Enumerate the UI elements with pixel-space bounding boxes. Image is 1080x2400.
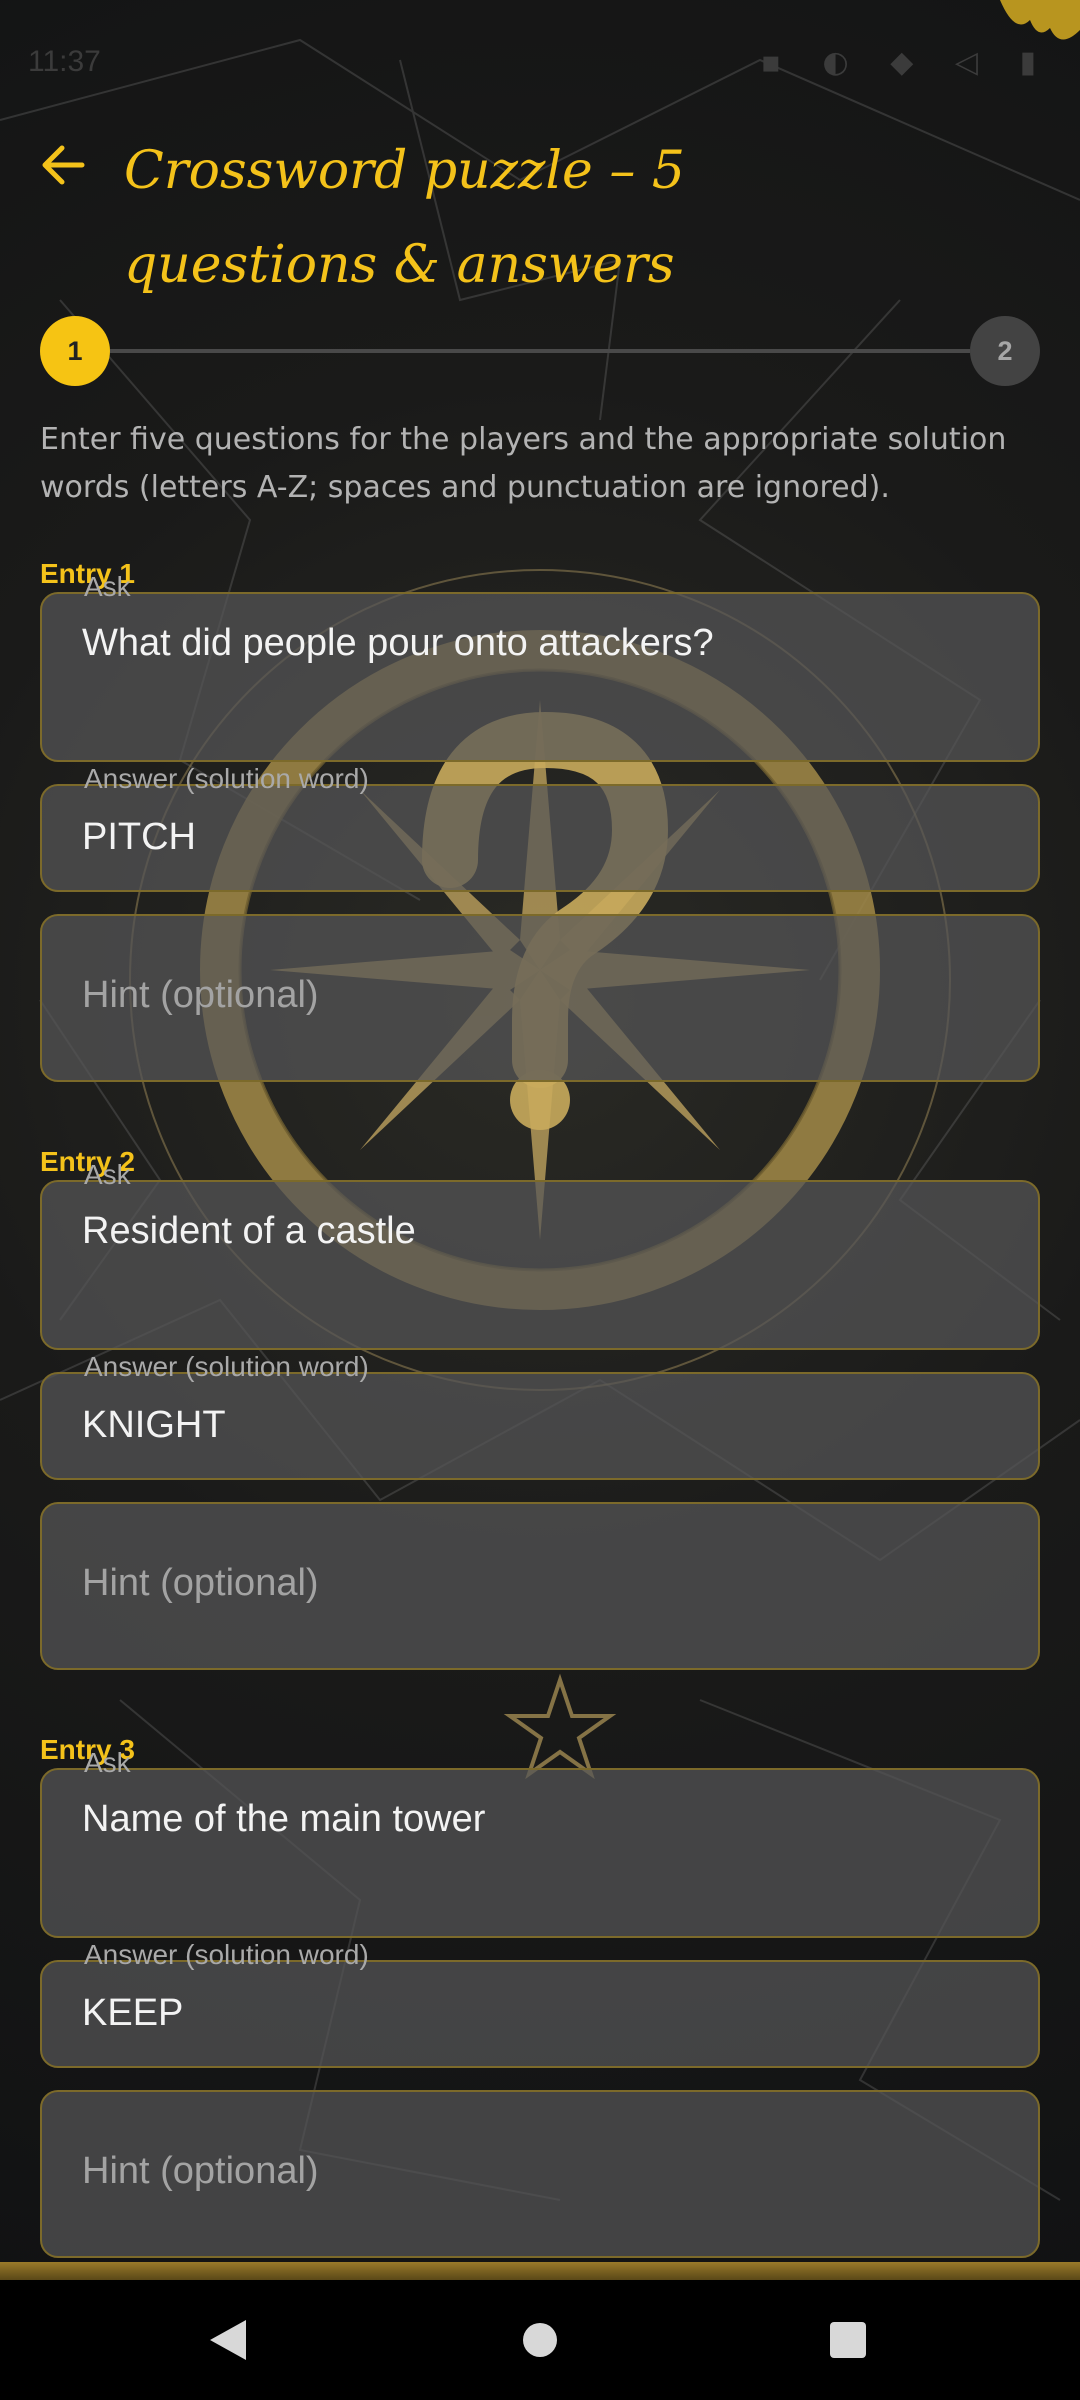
stepper-line	[110, 349, 970, 353]
answer-value: KNIGHT	[82, 1404, 226, 1446]
ask-value: Resident of a castle	[82, 1210, 416, 1252]
ask-field[interactable]: Ask Name of the main tower	[40, 1748, 1040, 1938]
answer-value: PITCH	[82, 816, 196, 858]
entry-label: Entry 3	[40, 1734, 135, 1765]
entry-label: Entry 1	[40, 558, 135, 589]
ask-field[interactable]: Ask What did people pour onto attackers?	[40, 572, 1040, 762]
ask-field[interactable]: Ask Resident of a castle	[40, 1160, 1040, 1350]
bottom-gold-strip	[0, 2262, 1080, 2280]
entry-1: Entry 1 Ask What did people pour onto at…	[40, 556, 1040, 1082]
status-icons: ▪ ◐ ◆ ◁ ▮	[760, 45, 1052, 80]
answer-value: KEEP	[82, 1992, 184, 2034]
hint-field[interactable]: Hint (optional)	[40, 914, 1040, 1082]
back-arrow-icon[interactable]	[38, 140, 88, 190]
answer-field[interactable]: Answer (solution word) PITCH	[40, 764, 1040, 892]
status-time: 11:37	[28, 45, 101, 78]
answer-label: Answer (solution word)	[84, 1351, 369, 1382]
ask-label: Ask	[84, 1159, 131, 1190]
entry-3: Entry 3 Ask Name of the main tower Answe…	[40, 1732, 1040, 2258]
ask-value: What did people pour onto attackers?	[82, 622, 714, 664]
nav-home-icon[interactable]	[480, 2280, 600, 2400]
hint-placeholder: Hint (optional)	[82, 2150, 319, 2192]
ask-value: Name of the main tower	[82, 1798, 486, 1840]
hint-field[interactable]: Hint (optional)	[40, 2090, 1040, 2258]
answer-field[interactable]: Answer (solution word) KEEP	[40, 1940, 1040, 2068]
stepper: 1 2	[40, 316, 1040, 386]
answer-label: Answer (solution word)	[84, 763, 369, 794]
ask-label: Ask	[84, 1747, 131, 1778]
page-title: Crossword puzzle – 5 questions & answers	[124, 141, 685, 295]
step-1-indicator[interactable]: 1	[40, 316, 110, 386]
step-2-indicator[interactable]: 2	[970, 316, 1040, 386]
intro-text: Enter five questions for the players and…	[40, 422, 1007, 505]
nav-back-icon[interactable]	[168, 2280, 288, 2400]
navigation-bar	[0, 2280, 1080, 2400]
hint-placeholder: Hint (optional)	[82, 974, 319, 1016]
entry-label: Entry 2	[40, 1146, 135, 1177]
answer-label: Answer (solution word)	[84, 1939, 369, 1970]
answer-field[interactable]: Answer (solution word) KNIGHT	[40, 1352, 1040, 1480]
nav-recents-icon[interactable]	[788, 2280, 908, 2400]
status-bar: 11:37 ▪ ◐ ◆ ◁ ▮	[0, 0, 1080, 126]
hint-placeholder: Hint (optional)	[82, 1562, 319, 1604]
hint-field[interactable]: Hint (optional)	[40, 1502, 1040, 1670]
ask-label: Ask	[84, 571, 131, 602]
entry-2: Entry 2 Ask Resident of a castle Answer …	[40, 1144, 1040, 1670]
